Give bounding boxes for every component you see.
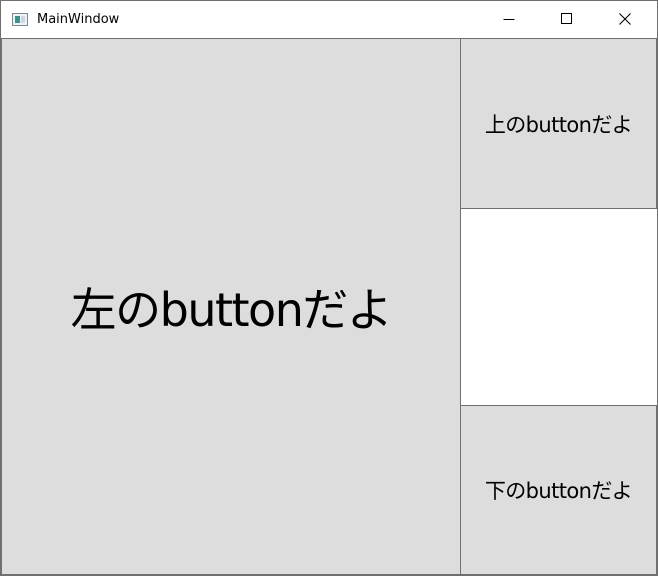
maximize-icon: [561, 13, 572, 24]
maximize-button[interactable]: [545, 1, 591, 38]
minimize-icon: [503, 19, 515, 20]
title-bar[interactable]: MainWindow: [1, 1, 657, 38]
window-content: 左のbuttonだよ 上のbuttonだよ 下のbuttonだよ: [1, 38, 657, 575]
window-title: MainWindow: [37, 12, 120, 27]
minimize-button[interactable]: [487, 1, 533, 38]
bottom-button-label: 下のbuttonだよ: [484, 479, 633, 503]
main-window: MainWindow 左のbuttonだよ 上のbuttonだよ 下のbutto…: [0, 0, 658, 576]
left-button-label: 左のbuttonだよ: [70, 282, 393, 337]
app-window-icon[interactable]: [12, 13, 28, 26]
top-button-label: 上のbuttonだよ: [484, 112, 633, 137]
top-button[interactable]: 上のbuttonだよ: [460, 38, 657, 209]
empty-grid-cell: [461, 209, 657, 405]
close-button[interactable]: [603, 1, 649, 38]
close-icon: [619, 13, 631, 25]
left-button[interactable]: 左のbuttonだよ: [1, 38, 461, 575]
bottom-button[interactable]: 下のbuttonだよ: [460, 405, 657, 575]
